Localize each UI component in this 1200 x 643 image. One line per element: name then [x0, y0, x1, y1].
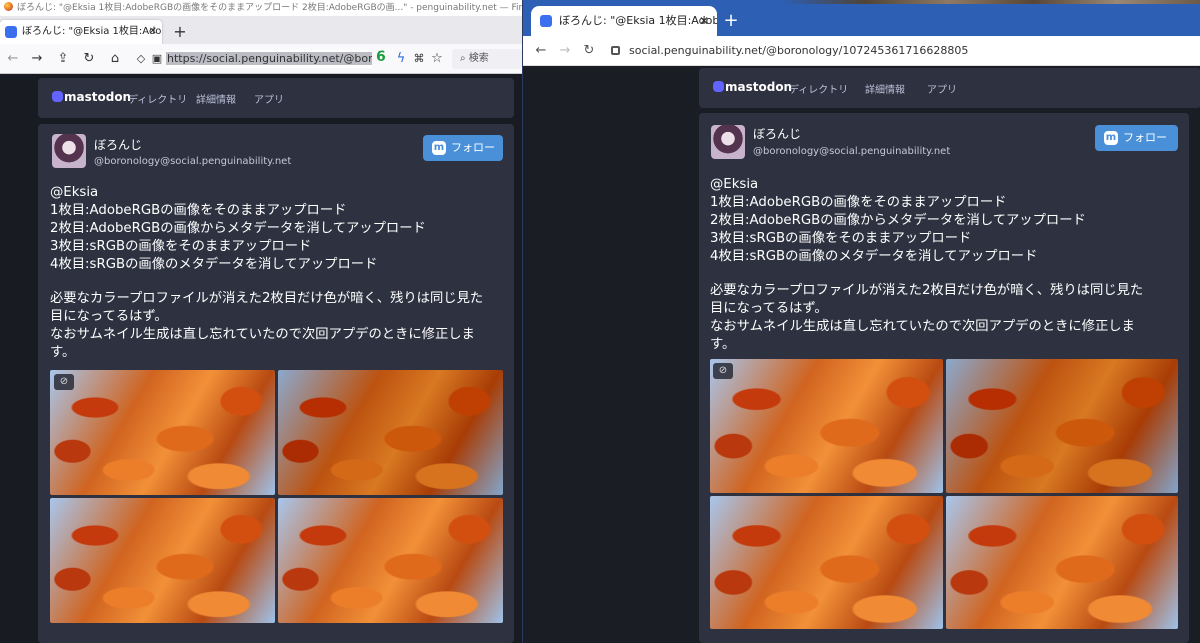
close-tab-icon[interactable]: ✕ [149, 20, 157, 44]
post-line: 3枚目:sRGBの画像をそのままアップロード [50, 239, 312, 254]
forward-arrow-icon[interactable]: → [555, 41, 575, 61]
media-image-3[interactable] [710, 495, 943, 629]
firefox-toolbar: ← → ⇪ ↻ ⌂ ◇ ▣ https://social.penguinabil… [0, 44, 522, 74]
mastodon-icon: m [432, 141, 446, 155]
hide-media-eye-icon[interactable]: ⊘ [54, 374, 74, 390]
mastodon-logo-icon [713, 81, 724, 92]
mastodon-header: mastodon ディレクトリ 詳細情報 アプリ [699, 68, 1200, 108]
display-name[interactable]: ぼろんじ [753, 125, 801, 142]
account-handle: @boronology@social.penguinability.net [753, 146, 951, 157]
post-content: @Eksia 1枚目:AdobeRGBの画像をそのままアップロード 2枚目:Ad… [710, 176, 1143, 354]
reload-icon[interactable]: ↻ [579, 41, 599, 61]
firefox-window-title: ぼろんじ: "@Eksia 1枚目:AdobeRGBの画像をそのままアップロード… [17, 3, 522, 13]
follow-button[interactable]: m フォロー [423, 135, 503, 161]
home-icon[interactable]: ⌂ [106, 50, 124, 68]
firefox-logo-icon [4, 2, 13, 11]
chrome-tab-title: ぼろんじ: "@Eksia 1枚目:AdobeRG [559, 14, 717, 27]
nav-about-link[interactable]: 詳細情報 [196, 91, 236, 106]
post-line: 目になってるはず。 [50, 309, 168, 324]
post-line: 目になってるはず。 [710, 301, 828, 316]
firefox-url-bar[interactable]: https://social.penguinability.net/@boron… [166, 50, 372, 68]
media-image-1[interactable] [50, 370, 275, 495]
firefox-tab[interactable]: ぼろんじ: "@Eksia 1枚目:AdobeRG ✕ [0, 20, 162, 44]
post-line: 4枚目:sRGBの画像のメタデータを消してアップロード [710, 249, 1038, 264]
post-line: 2枚目:AdobeRGBの画像からメタデータを消してアップロード [50, 221, 426, 236]
extensions-icon[interactable]: ⇪ [54, 50, 72, 68]
chrome-toolbar: ← → ↻ social.penguinability.net/@boronol… [523, 36, 1200, 66]
post-line: す。 [710, 337, 736, 352]
forward-arrow-icon[interactable]: → [28, 50, 46, 68]
nav-directory-link[interactable]: ディレクトリ [128, 91, 187, 106]
post-line: 4枚目:sRGBの画像のメタデータを消してアップロード [50, 257, 378, 272]
display-name[interactable]: ぼろんじ [94, 136, 142, 153]
chrome-url-bar[interactable]: social.penguinability.net/@boronology/10… [609, 41, 1189, 61]
post-content: @Eksia 1枚目:AdobeRGBの画像をそのままアップロード 2枚目:Ad… [50, 184, 483, 362]
mastodon-favicon-icon [540, 15, 552, 27]
mastodon-logo[interactable]: mastodon [713, 80, 792, 94]
mastodon-favicon-icon [5, 26, 17, 38]
media-image-2[interactable] [278, 370, 503, 495]
lightning-icon[interactable]: ϟ [392, 50, 410, 68]
media-gallery [50, 370, 503, 623]
firefox-window: ぼろんじ: "@Eksia 1枚目:AdobeRGBの画像をそのままアップロード… [0, 0, 522, 643]
avatar[interactable] [711, 125, 745, 159]
nav-about-link[interactable]: 詳細情報 [865, 81, 905, 96]
search-placeholder: 検索 [468, 53, 489, 64]
background-photo-strip [781, 0, 1200, 4]
back-arrow-icon[interactable]: ← [531, 41, 551, 61]
media-gallery [710, 359, 1178, 629]
hide-media-eye-icon[interactable]: ⊘ [713, 363, 733, 379]
post-line: 1枚目:AdobeRGBの画像をそのままアップロード [710, 195, 1007, 210]
mastodon-header: mastodon ディレクトリ 詳細情報 アプリ [38, 78, 514, 118]
back-arrow-icon[interactable]: ← [4, 50, 22, 68]
post-mention[interactable]: @Eksia [50, 184, 483, 202]
new-tab-button[interactable]: + [719, 8, 743, 34]
follow-button[interactable]: m フォロー [1095, 125, 1178, 151]
media-image-4[interactable] [945, 495, 1178, 629]
search-icon: ⌕ [460, 53, 469, 64]
media-image-2[interactable] [945, 359, 1178, 493]
post-line: なおサムネイル生成は直し忘れていたので次回アプデのときに修正しま [710, 319, 1135, 334]
mastodon-logo[interactable]: mastodon [52, 90, 131, 104]
bookmark-star-icon[interactable]: ☆ [428, 50, 446, 68]
firefox-tab-title: ぼろんじ: "@Eksia 1枚目:AdobeRG [22, 26, 162, 37]
avatar[interactable] [52, 134, 86, 168]
nav-directory-link[interactable]: ディレクトリ [789, 81, 848, 96]
chrome-window: ぼろんじ: "@Eksia 1枚目:AdobeRG ✕ + ← → ↻ soci… [522, 0, 1200, 643]
media-image-3[interactable] [50, 498, 275, 623]
account-handle: @boronology@social.penguinability.net [94, 156, 292, 167]
reload-icon[interactable]: ↻ [80, 50, 98, 68]
post-line: 必要なカラープロファイルが消えた2枚目だけ色が暗く、残りは同じ見た [710, 283, 1144, 298]
media-image-4[interactable] [278, 498, 503, 623]
new-tab-button[interactable]: + [170, 20, 190, 44]
close-tab-icon[interactable]: ✕ [699, 6, 709, 36]
firefox-url-text: https://social.penguinability.net/@boron… [166, 52, 372, 65]
lock-icon [611, 46, 620, 55]
post-line: なおサムネイル生成は直し忘れていたので次回アプデのときに修正しま [50, 327, 475, 342]
post-line: 1枚目:AdobeRGBの画像をそのままアップロード [50, 203, 347, 218]
mastodon-icon: m [1104, 131, 1118, 145]
nav-apps-link[interactable]: アプリ [927, 81, 957, 96]
post-mention[interactable]: @Eksia [710, 176, 1143, 194]
firefox-title-bar: ぼろんじ: "@Eksia 1枚目:AdobeRGBの画像をそのままアップロード… [0, 0, 522, 16]
chrome-url-text: social.penguinability.net/@boronology/10… [629, 44, 969, 57]
post-line: す。 [50, 345, 76, 360]
media-image-1[interactable] [710, 359, 943, 493]
post-line: 必要なカラープロファイルが消えた2枚目だけ色が暗く、残りは同じ見た [50, 291, 484, 306]
mastodon-logo-icon [52, 91, 63, 102]
lock-icon[interactable]: ▣ [148, 50, 166, 68]
chrome-tab[interactable]: ぼろんじ: "@Eksia 1枚目:AdobeRG ✕ [531, 6, 717, 36]
firefox-url-counter: 6 [376, 49, 386, 65]
mastodon-status-card: ぼろんじ @boronology@social.penguinability.n… [38, 124, 514, 643]
mastodon-status-card: ぼろんじ @boronology@social.penguinability.n… [699, 113, 1189, 643]
translate-icon[interactable]: ⌘ [410, 50, 428, 68]
post-line: 3枚目:sRGBの画像をそのままアップロード [710, 231, 972, 246]
firefox-search-box[interactable]: ⌕ 検索 [452, 49, 522, 69]
post-line: 2枚目:AdobeRGBの画像からメタデータを消してアップロード [710, 213, 1086, 228]
nav-apps-link[interactable]: アプリ [254, 91, 284, 106]
